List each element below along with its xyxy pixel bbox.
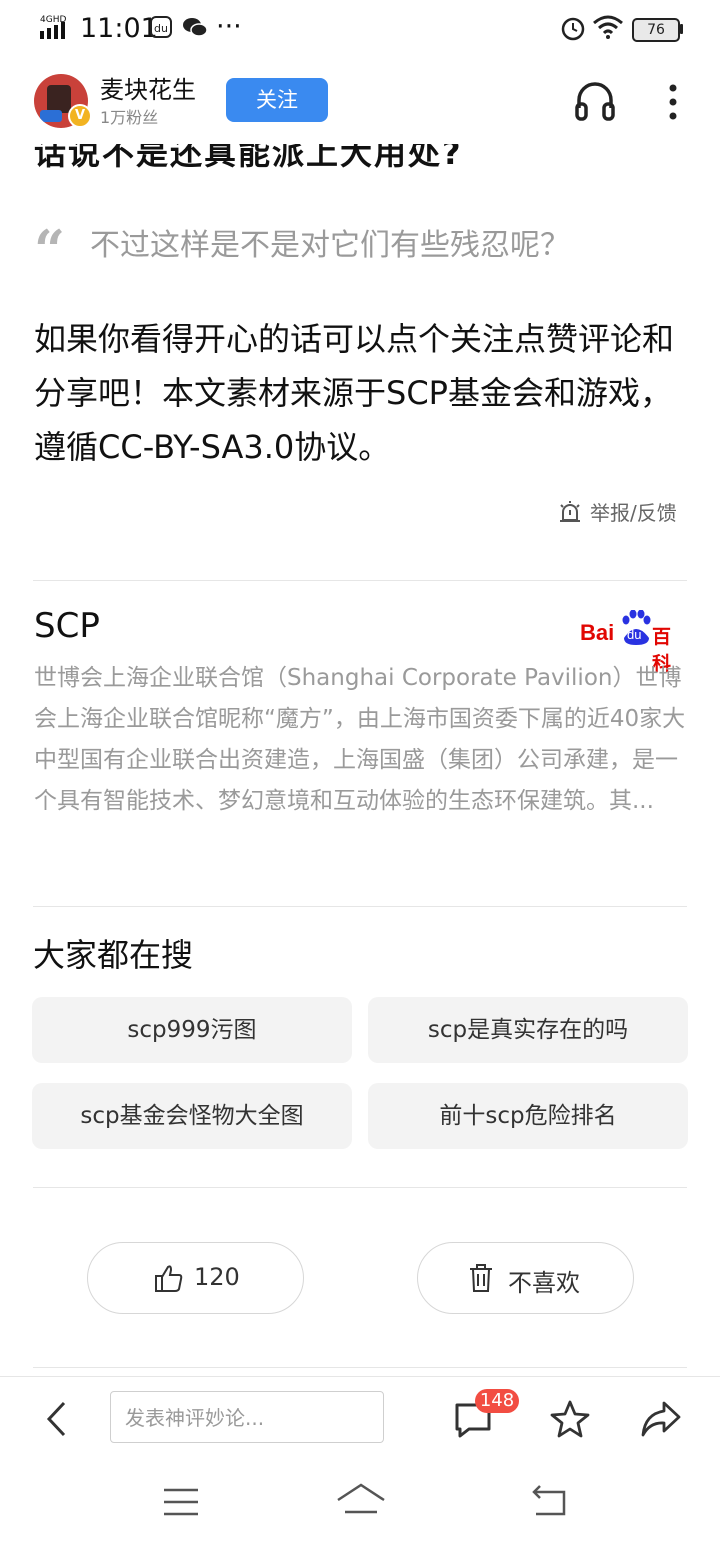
comment-count-badge: 148 [475,1389,519,1413]
app-notification-icon: du [150,16,172,38]
dislike-label: 不喜欢 [508,1269,580,1297]
like-button[interactable]: 120 [87,1242,304,1314]
divider [33,1367,687,1368]
alarm-icon [561,17,585,41]
search-suggestion[interactable]: scp是真实存在的吗 [368,997,688,1063]
verified-badge-icon: V [68,104,92,128]
wifi-icon [593,15,623,39]
baidu-baike-logo: Bai du 百科 [580,610,688,675]
follow-button[interactable]: 关注 [226,78,328,122]
like-count: 120 [194,1263,240,1291]
star-icon[interactable] [550,1399,590,1439]
home-icon[interactable] [336,1482,386,1518]
more-notifications-icon: ··· [216,11,242,42]
divider [33,1187,687,1188]
return-icon[interactable] [530,1484,568,1518]
battery-indicator: 76 [632,18,680,42]
battery-tip [680,24,683,34]
author-name[interactable]: 麦块花生 [100,70,196,105]
wechat-icon [183,18,208,37]
divider [33,580,687,581]
status-time: 11:01 [80,13,158,44]
share-icon[interactable] [640,1399,682,1439]
svg-text:du: du [154,22,168,35]
dislike-button[interactable]: 不喜欢 [417,1242,634,1314]
comment-input[interactable]: 发表神评妙论... [110,1391,384,1443]
quote-mark-icon: “ [34,218,66,282]
trash-icon [470,1264,492,1292]
status-bar: 4GHD 11:01 du ··· 76 [0,0,720,58]
more-menu-icon[interactable] [666,82,680,122]
menu-icon[interactable] [162,1486,200,1518]
author-header: V 麦块花生 1万粉丝 关注 [0,58,720,144]
baike-title[interactable]: SCP [34,606,100,646]
signal-icon: 4GHD [40,15,66,39]
divider [33,906,687,907]
report-icon[interactable] [558,500,582,524]
article-quote: 不过这样是不是对它们有些残忍呢？ [90,228,570,263]
thumbs-up-icon [155,1265,183,1292]
search-suggestion[interactable]: 前十scp危险排名 [368,1083,688,1149]
search-suggestion[interactable]: scp基金会怪物大全图 [32,1083,352,1149]
system-navigation-bar [0,1462,720,1544]
trending-search-title: 大家都在搜 [33,936,194,974]
article-paragraph: 如果你看得开心的话可以点个关注点赞评论和分享吧！本文素材来源于SCP基金会和游戏… [34,320,675,466]
fans-count: 1万粉丝 [100,108,159,127]
report-feedback-link[interactable]: 举报/反馈 [590,497,677,526]
back-arrow-icon[interactable] [44,1399,68,1439]
search-suggestion[interactable]: scp999污图 [32,997,352,1063]
headphones-icon[interactable] [574,78,616,122]
bottom-toolbar: 发表神评妙论... 148 [0,1376,720,1463]
baike-description[interactable]: 世博会上海企业联合馆（Shanghai Corporate Pavilion）世… [34,658,694,822]
